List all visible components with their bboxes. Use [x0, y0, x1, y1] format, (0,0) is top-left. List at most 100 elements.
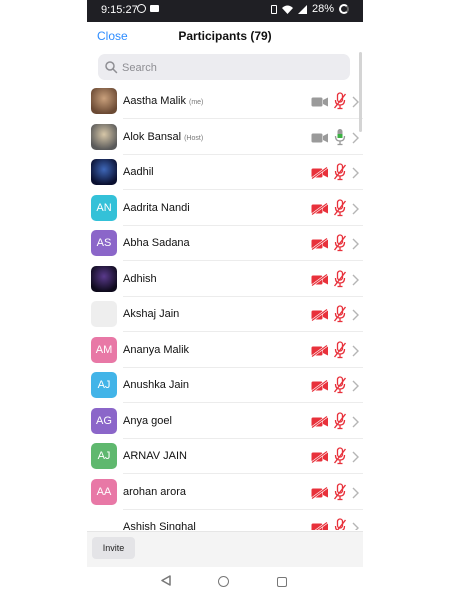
avatar: AJ — [91, 372, 117, 398]
participant-name: Aastha Malik (me) — [123, 95, 203, 107]
participant-row[interactable]: Aadhil — [87, 155, 363, 190]
participant-row[interactable]: AS Abha Sadana — [87, 226, 363, 261]
avatar: AA — [91, 478, 117, 505]
participant-list: Aastha Malik (me) Alok Bansal (Host) Aadhil A… — [87, 84, 363, 530]
search-bar[interactable] — [98, 54, 350, 80]
camera-off-icon — [311, 202, 329, 215]
chevron-right-icon[interactable] — [352, 450, 359, 463]
camera-off-icon — [311, 273, 329, 286]
participant-name-text: Alok Bansal — [123, 130, 182, 143]
participant-name: Aadhil — [123, 166, 154, 178]
participant-name-text: Ananya Malik — [123, 343, 190, 356]
participant-name-text: Aadhil — [123, 166, 154, 178]
system-nav-bar — [87, 567, 363, 600]
battery-icon — [339, 4, 349, 14]
chevron-right-icon[interactable] — [352, 415, 359, 427]
participant-row[interactable]: Akshaj Jain — [87, 297, 363, 332]
status-right-icons: 28% — [270, 3, 349, 15]
notification-icons — [137, 4, 159, 13]
participant-name: Adhish — [123, 273, 157, 285]
participant-name: ARNAV JAIN — [123, 450, 187, 462]
participant-name: Anushka Jain — [123, 379, 189, 391]
chevron-right-icon[interactable] — [352, 95, 359, 108]
avatar — [91, 159, 117, 185]
vibrate-icon — [270, 4, 277, 14]
participant-row[interactable]: Aastha Malik (me) — [87, 84, 363, 119]
mic-muted-icon — [333, 518, 347, 530]
avatar-initials: AM — [95, 343, 113, 356]
chevron-right-icon[interactable] — [352, 379, 359, 392]
camera-off-icon — [311, 521, 329, 530]
invite-button[interactable]: Invite — [92, 537, 135, 559]
participant-name-text: Abha Sadana — [123, 237, 190, 249]
camera-off-icon — [311, 237, 329, 251]
avatar-initials: AJ — [97, 379, 111, 391]
chevron-right-icon[interactable] — [352, 166, 359, 179]
participant-role: (Host) — [184, 134, 204, 142]
mic-muted-icon — [333, 163, 347, 181]
participant-row[interactable]: Alok Bansal (Host) — [87, 120, 363, 155]
home-icon[interactable] — [218, 576, 229, 587]
wifi-icon — [281, 5, 293, 14]
avatar: AJ — [91, 443, 117, 469]
video-icon — [150, 5, 159, 12]
chevron-right-icon[interactable] — [352, 344, 359, 356]
avatar-initials: AN — [96, 201, 112, 214]
back-icon[interactable] — [161, 575, 171, 586]
camera-icon — [311, 95, 329, 107]
participant-row[interactable]: AA arohan arora — [87, 475, 363, 510]
participant-row[interactable]: AN Aadrita Nandi — [87, 191, 363, 226]
avatar-initials: AS — [96, 237, 112, 249]
chevron-right-icon[interactable] — [352, 131, 359, 143]
mic-icon — [333, 128, 347, 146]
search-input[interactable] — [120, 57, 344, 79]
signal-icon — [297, 4, 307, 14]
participant-name-text: Aadrita Nandi — [123, 201, 190, 214]
participant-role: (me) — [188, 99, 204, 106]
participant-name: Ananya Malik — [123, 344, 189, 356]
participant-name-text: Akshaj Jain — [123, 308, 180, 320]
scrollbar[interactable] — [359, 52, 362, 132]
avatar: AG — [91, 407, 117, 434]
participant-row[interactable]: Adhish — [87, 262, 363, 297]
camera-off-icon — [311, 379, 329, 393]
participant-row[interactable]: AJ Anushka Jain — [87, 368, 363, 403]
participant-name-text: Adhish — [123, 272, 157, 285]
avatar: AN — [91, 194, 117, 221]
chevron-right-icon[interactable] — [352, 237, 359, 250]
recent-apps-icon[interactable] — [277, 577, 287, 587]
mic-muted-icon — [333, 482, 347, 501]
participant-row[interactable]: AG Anya goel — [87, 404, 363, 439]
participant-name-text: Anushka Jain — [123, 379, 190, 391]
participant-name-text: arohan arora — [123, 485, 186, 498]
camera-off-icon — [311, 308, 329, 322]
chevron-right-icon[interactable] — [352, 521, 359, 530]
chevron-right-icon[interactable] — [352, 308, 359, 321]
participant-row[interactable]: AM Ananya Malik — [87, 333, 363, 368]
mic-muted-icon — [333, 92, 347, 110]
whatsapp-icon — [137, 4, 146, 13]
chevron-right-icon[interactable] — [352, 273, 359, 285]
participant-name: Abha Sadana — [123, 237, 190, 249]
phone-screen: 9:15:27 28% Close Participants (79) Aast… — [87, 0, 363, 600]
participant-name: Ashish Singhal — [123, 521, 196, 530]
avatar — [91, 123, 117, 150]
mic-muted-icon — [333, 411, 347, 430]
chevron-right-icon[interactable] — [352, 202, 359, 214]
status-bar: 9:15:27 28% — [87, 0, 363, 22]
camera-icon — [311, 131, 329, 143]
avatar: AM — [91, 336, 117, 363]
mic-muted-icon — [333, 269, 347, 288]
camera-off-icon — [311, 415, 329, 428]
chevron-right-icon[interactable] — [352, 486, 359, 498]
participant-row[interactable]: Ashish Singhal — [87, 510, 363, 530]
participant-row[interactable]: AJ ARNAV JAIN — [87, 439, 363, 474]
battery-label: 28% — [311, 3, 334, 15]
header: Close Participants (79) — [87, 22, 363, 50]
mic-muted-icon — [333, 305, 347, 323]
avatar-initials: AA — [96, 485, 112, 498]
mic-muted-icon — [333, 447, 347, 465]
mic-muted-icon — [333, 340, 347, 359]
participant-name-text: Ashish Singhal — [123, 521, 196, 530]
mic-muted-icon — [333, 376, 347, 394]
